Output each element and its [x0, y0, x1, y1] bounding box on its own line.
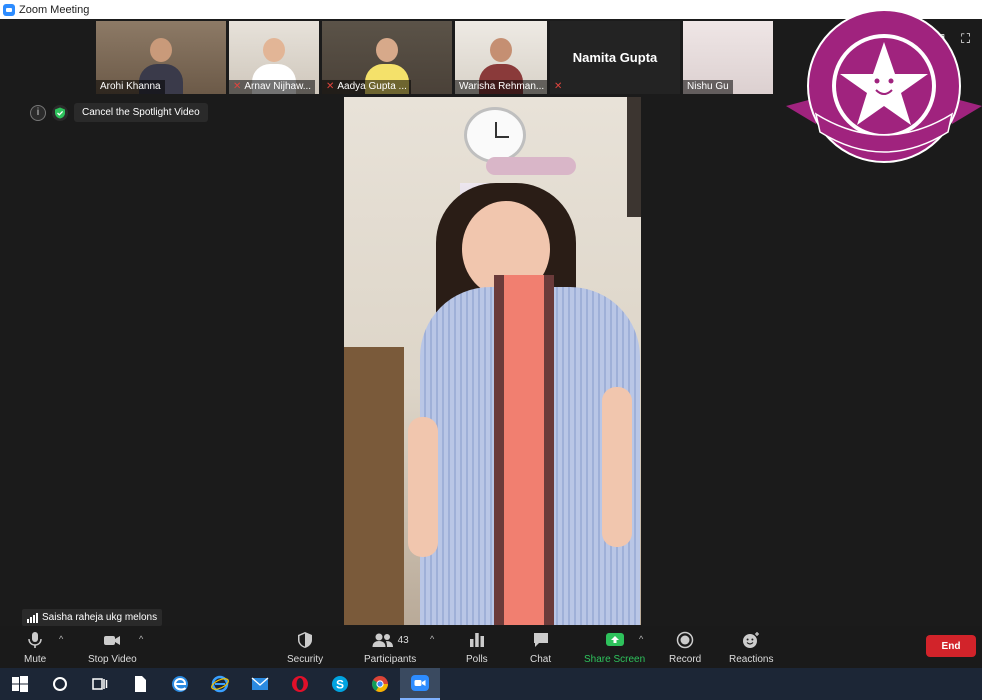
edge-icon[interactable]	[160, 668, 200, 700]
participant-name: Warisha Rehman...	[459, 81, 545, 92]
school-logo	[786, 6, 982, 174]
participant-tile[interactable]: Nishu Gu	[683, 21, 773, 94]
participants-icon	[372, 633, 393, 647]
participant-tile[interactable]: ✕ Aadya Gupta ...	[322, 21, 452, 94]
windows-start-icon[interactable]	[0, 668, 40, 700]
participants-options-chevron-icon[interactable]: ^	[430, 634, 434, 644]
participant-name-large: Namita Gupta	[572, 50, 658, 65]
audio-options-chevron-icon[interactable]: ^	[59, 634, 63, 644]
video-options-chevron-icon[interactable]: ^	[139, 634, 143, 644]
participants-button[interactable]: 43 Participants	[364, 629, 416, 665]
security-button[interactable]: Security	[287, 629, 323, 665]
mail-icon[interactable]	[240, 668, 280, 700]
participant-name: Arohi Khanna	[100, 81, 161, 92]
end-meeting-button[interactable]: End	[926, 635, 976, 657]
participant-tile[interactable]: Arohi Khanna	[96, 21, 226, 94]
chrome-icon[interactable]	[360, 668, 400, 700]
active-speaker-label: Saisha raheja ukg melons	[22, 609, 163, 626]
share-options-chevron-icon[interactable]: ^	[639, 634, 643, 644]
polls-icon	[468, 629, 486, 651]
encryption-shield-icon[interactable]	[52, 104, 68, 121]
task-view-icon[interactable]	[80, 668, 120, 700]
shield-icon	[296, 629, 314, 651]
mic-muted-icon: ✕	[233, 81, 242, 92]
record-icon	[676, 629, 694, 651]
wall-clock	[464, 107, 526, 163]
opera-icon[interactable]	[280, 668, 320, 700]
spotlight-bar: i Cancel the Spotlight Video	[30, 103, 208, 122]
zoom-app-icon	[3, 3, 15, 16]
share-screen-button[interactable]: Share Screen	[584, 629, 645, 665]
svg-text:S: S	[336, 678, 344, 692]
video-camera-icon	[103, 629, 121, 651]
participant-name: Nishu Gu	[687, 81, 729, 92]
chat-button[interactable]: Chat	[530, 629, 551, 665]
participant-tile[interactable]: ✕ Arnav Nijhaw...	[229, 21, 319, 94]
ie-icon[interactable]	[200, 668, 240, 700]
active-speaker-name: Saisha raheja ukg melons	[42, 612, 158, 623]
meeting-toolbar: Mute ^ Stop Video ^ Security 43 Particip…	[0, 626, 982, 668]
info-icon[interactable]: i	[30, 104, 46, 121]
signal-strength-icon	[27, 612, 38, 623]
spotlight-video	[344, 97, 641, 625]
skype-icon[interactable]: S	[320, 668, 360, 700]
reactions-smiley-icon	[742, 629, 760, 651]
stop-video-button[interactable]: Stop Video	[88, 629, 137, 665]
meeting-stage: Arohi Khanna ✕ Arnav Nijhaw... ✕ Aadya G…	[0, 9, 982, 626]
participants-count: 43	[397, 634, 409, 646]
zoom-icon[interactable]	[400, 668, 440, 700]
reactions-button[interactable]: Reactions	[729, 629, 773, 665]
microphone-icon	[26, 629, 44, 651]
participant-tile[interactable]: Warisha Rehman...	[455, 21, 547, 94]
window-title: Zoom Meeting	[19, 3, 90, 16]
polls-button[interactable]: Polls	[466, 629, 488, 665]
windows-taskbar: S	[0, 668, 982, 700]
file-icon[interactable]	[120, 668, 160, 700]
mic-muted-icon: ✕	[554, 81, 563, 92]
record-button[interactable]: Record	[669, 629, 701, 665]
chat-icon	[532, 629, 550, 651]
participant-name: Arnav Nijhaw...	[244, 81, 312, 92]
mute-button[interactable]: Mute	[24, 629, 46, 665]
participant-name: Aadya Gupta ...	[337, 81, 407, 92]
cancel-spotlight-button[interactable]: Cancel the Spotlight Video	[74, 103, 208, 122]
participants-strip: Arohi Khanna ✕ Arnav Nijhaw... ✕ Aadya G…	[96, 21, 773, 94]
share-screen-icon	[605, 629, 625, 651]
cortana-icon[interactable]	[40, 668, 80, 700]
participant-tile[interactable]: Namita Gupta ✕	[550, 21, 680, 94]
mic-muted-icon: ✕	[326, 81, 335, 92]
